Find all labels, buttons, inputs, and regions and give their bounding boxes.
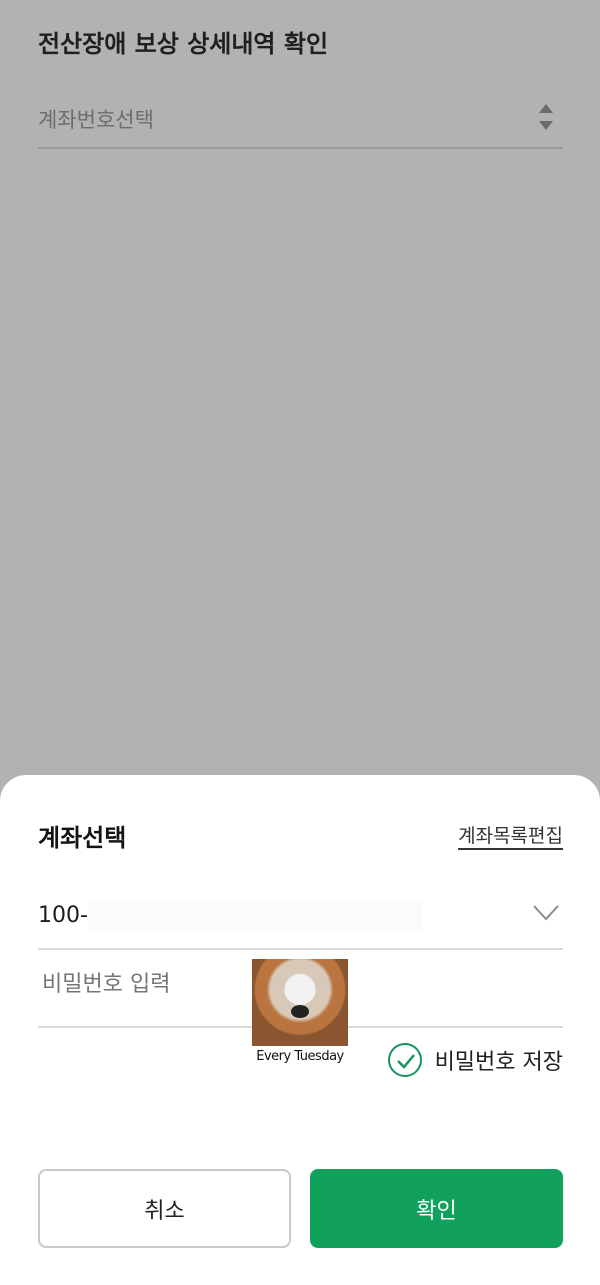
account-number-mask — [89, 900, 422, 933]
page-title: 전산장애 보상 상세내역 확인 — [38, 30, 329, 58]
sticker-overlay: Every Tuesday — [252, 959, 348, 1067]
save-password-label: 비밀번호 저장 — [434, 1050, 563, 1075]
account-select-placeholder: 계좌번호선택 — [38, 108, 154, 132]
account-number-select[interactable]: 계좌번호선택 — [38, 88, 563, 149]
chevron-down-icon — [533, 905, 559, 921]
account-number: 100- — [38, 903, 88, 928]
edit-account-list-link[interactable]: 계좌목록편집 — [458, 821, 563, 848]
cancel-button[interactable]: 취소 — [38, 1169, 291, 1248]
confirm-button[interactable]: 확인 — [310, 1169, 563, 1248]
password-input[interactable] — [42, 972, 422, 997]
dog-image — [252, 959, 348, 1046]
updown-arrows-icon — [539, 104, 553, 130]
check-circle-icon — [387, 1043, 422, 1077]
sheet-title: 계좌선택 — [38, 824, 127, 852]
save-password-toggle[interactable]: 비밀번호 저장 — [387, 1040, 563, 1080]
account-dropdown[interactable]: 100- — [38, 885, 563, 950]
sticker-caption: Every Tuesday — [256, 1049, 344, 1064]
